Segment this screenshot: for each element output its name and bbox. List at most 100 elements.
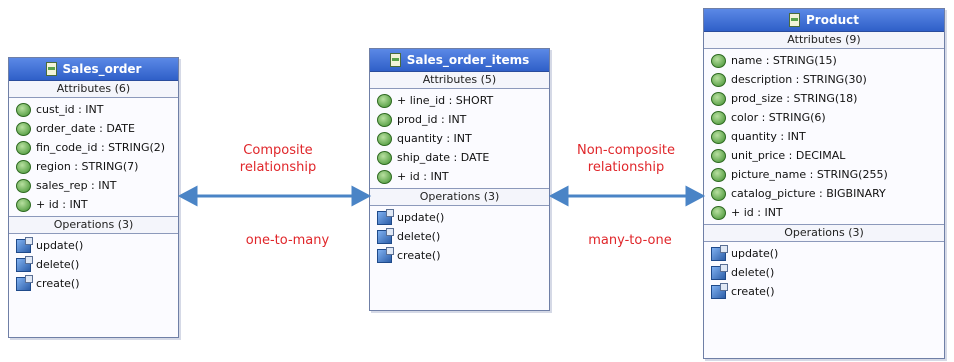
attribute-row[interactable]: description : STRING(30) (704, 70, 944, 89)
attribute-row[interactable]: + line_id : SHORT (370, 91, 549, 110)
non-composite-arrow[interactable] (548, 185, 706, 207)
class-sales-order-items[interactable]: Sales_order_items Attributes (5) + line_… (369, 48, 550, 311)
operation-row[interactable]: delete() (704, 263, 944, 282)
class-title: Sales_order (62, 62, 142, 76)
attribute-icon (711, 110, 726, 125)
attribute-text: color : STRING(6) (731, 111, 826, 124)
attribute-icon (711, 72, 726, 87)
composite-relationship-label: Composite relationship (239, 143, 317, 175)
attribute-row[interactable]: name : STRING(15) (704, 51, 944, 70)
attribute-icon (711, 186, 726, 201)
attribute-row[interactable]: cust_id : INT (9, 100, 178, 119)
attribute-text: quantity : INT (397, 132, 472, 145)
attribute-row[interactable]: prod_size : STRING(18) (704, 89, 944, 108)
attribute-text: + id : INT (36, 198, 88, 211)
operations-header[interactable]: Operations (3) (370, 188, 549, 206)
operations-header[interactable]: Operations (3) (9, 216, 178, 234)
attribute-list: name : STRING(15) description : STRING(3… (704, 49, 944, 224)
attribute-text: quantity : INT (731, 130, 806, 143)
class-icon (45, 62, 57, 76)
attribute-row[interactable]: quantity : INT (704, 127, 944, 146)
operations-header[interactable]: Operations (3) (704, 224, 944, 242)
operation-icon (16, 274, 33, 291)
attribute-list: + line_id : SHORT prod_id : INT quantity… (370, 89, 549, 188)
attribute-text: region : STRING(7) (36, 160, 139, 173)
operation-icon (711, 282, 728, 299)
operation-row[interactable]: delete() (9, 255, 178, 274)
attribute-icon (16, 159, 31, 174)
attributes-header[interactable]: Attributes (5) (370, 72, 549, 89)
attribute-icon (16, 121, 31, 136)
operation-text: delete() (397, 230, 441, 243)
operation-text: update() (397, 211, 445, 224)
class-header[interactable]: Sales_order (9, 58, 178, 81)
attribute-text: fin_code_id : STRING(2) (36, 141, 166, 154)
composite-arrow[interactable] (177, 185, 372, 207)
class-icon (389, 53, 401, 67)
attribute-text: description : STRING(30) (731, 73, 867, 86)
attributes-header[interactable]: Attributes (6) (9, 81, 178, 98)
attribute-icon (711, 53, 726, 68)
class-icon (789, 13, 801, 27)
attribute-row[interactable]: + id : INT (9, 195, 178, 214)
attribute-row[interactable]: color : STRING(6) (704, 108, 944, 127)
operation-text: create() (36, 277, 80, 290)
attribute-text: order_date : DATE (36, 122, 135, 135)
attribute-row[interactable]: unit_price : DECIMAL (704, 146, 944, 165)
attribute-text: + line_id : SHORT (397, 94, 494, 107)
operation-row[interactable]: create() (370, 246, 549, 265)
attribute-row[interactable]: fin_code_id : STRING(2) (9, 138, 178, 157)
operation-row[interactable]: update() (704, 244, 944, 263)
attribute-row[interactable]: + id : INT (370, 167, 549, 186)
operation-icon (711, 263, 728, 280)
attribute-icon (16, 102, 31, 117)
attribute-icon (16, 197, 31, 212)
operation-text: delete() (36, 258, 80, 271)
attribute-text: sales_rep : INT (36, 179, 117, 192)
attribute-icon (16, 140, 31, 155)
attribute-text: catalog_picture : BIGBINARY (731, 187, 886, 200)
attribute-row[interactable]: region : STRING(7) (9, 157, 178, 176)
attribute-icon (377, 169, 392, 184)
operation-text: create() (397, 249, 441, 262)
attribute-text: + id : INT (731, 206, 783, 219)
operation-row[interactable]: create() (704, 282, 944, 301)
attribute-icon (377, 131, 392, 146)
operation-icon (377, 208, 394, 225)
operation-icon (711, 244, 728, 261)
attribute-text: prod_size : STRING(18) (731, 92, 858, 105)
attribute-row[interactable]: catalog_picture : BIGBINARY (704, 184, 944, 203)
operation-row[interactable]: delete() (370, 227, 549, 246)
operation-row[interactable]: update() (9, 236, 178, 255)
attribute-icon (711, 148, 726, 163)
attribute-row[interactable]: order_date : DATE (9, 119, 178, 138)
attribute-icon (16, 178, 31, 193)
operation-icon (377, 227, 394, 244)
operation-row[interactable]: update() (370, 208, 549, 227)
non-composite-relationship-label: Non-composite relationship (576, 143, 676, 175)
attribute-icon (711, 91, 726, 106)
attribute-text: picture_name : STRING(255) (731, 168, 888, 181)
attribute-text: ship_date : DATE (397, 151, 490, 164)
operation-icon (16, 236, 33, 253)
attribute-row[interactable]: sales_rep : INT (9, 176, 178, 195)
class-product[interactable]: Product Attributes (9) name : STRING(15)… (703, 8, 945, 359)
class-header[interactable]: Sales_order_items (370, 49, 549, 72)
operation-list: update() delete() create() (704, 242, 944, 303)
class-header[interactable]: Product (704, 9, 944, 32)
operation-icon (16, 255, 33, 272)
operation-icon (377, 246, 394, 263)
attribute-text: name : STRING(15) (731, 54, 837, 67)
attribute-text: prod_id : INT (397, 113, 467, 126)
attribute-row[interactable]: quantity : INT (370, 129, 549, 148)
class-sales-order[interactable]: Sales_order Attributes (6) cust_id : INT… (8, 57, 179, 338)
operation-list: update() delete() create() (370, 206, 549, 267)
class-title: Sales_order_items (406, 53, 530, 67)
attribute-icon (377, 93, 392, 108)
attribute-row[interactable]: ship_date : DATE (370, 148, 549, 167)
attributes-header[interactable]: Attributes (9) (704, 32, 944, 49)
attribute-row[interactable]: + id : INT (704, 203, 944, 222)
attribute-row[interactable]: prod_id : INT (370, 110, 549, 129)
attribute-row[interactable]: picture_name : STRING(255) (704, 165, 944, 184)
operation-row[interactable]: create() (9, 274, 178, 293)
